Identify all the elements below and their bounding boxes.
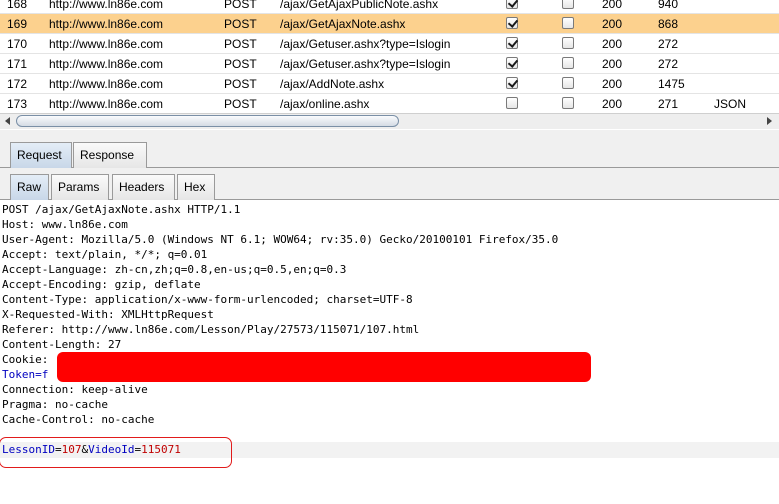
proxy-history-table: 168 http://www.ln86e.com POST /ajax/GetA… — [0, 0, 779, 113]
table-row[interactable]: 168 http://www.ln86e.com POST /ajax/GetA… — [0, 0, 779, 14]
row-mime: JSON — [714, 97, 747, 111]
horizontal-scrollbar[interactable] — [0, 113, 779, 129]
row-url: /ajax/online.ashx — [280, 97, 370, 111]
table-row[interactable]: 170 http://www.ln86e.com POST /ajax/Getu… — [0, 34, 779, 54]
redaction-block — [57, 352, 591, 382]
table-row-selected[interactable]: 169 http://www.ln86e.com POST /ajax/GetA… — [0, 14, 779, 34]
tab-params[interactable]: Params — [51, 174, 109, 200]
comment-checkbox[interactable] — [562, 97, 574, 109]
row-url: /ajax/GetAjaxNote.ashx — [280, 17, 406, 31]
row-host: http://www.ln86e.com — [49, 97, 164, 111]
row-status: 200 — [602, 37, 623, 51]
row-length: 868 — [658, 17, 679, 31]
body-highlight-annotation — [0, 437, 232, 468]
header-x-requested-with: X-Requested-With: XMLHttpRequest — [2, 308, 214, 321]
header-cache-control: Cache-Control: no-cache — [2, 413, 155, 426]
comment-checkbox[interactable] — [562, 0, 574, 9]
row-number: 168 — [7, 0, 28, 11]
tab-headers[interactable]: Headers — [112, 174, 175, 200]
scroll-left-arrow-icon[interactable] — [5, 117, 10, 125]
edited-checkbox[interactable] — [506, 77, 518, 89]
header-content-type: Content-Type: application/x-www-form-url… — [2, 293, 413, 306]
row-method: POST — [224, 97, 257, 111]
row-host: http://www.ln86e.com — [49, 0, 164, 11]
tab-raw[interactable]: Raw — [10, 174, 49, 200]
row-host: http://www.ln86e.com — [49, 77, 164, 91]
row-url: /ajax/GetAjaxPublicNote.ashx — [280, 0, 439, 11]
row-status: 200 — [602, 0, 623, 11]
table-row[interactable]: 171 http://www.ln86e.com POST /ajax/Getu… — [0, 54, 779, 74]
row-host: http://www.ln86e.com — [49, 57, 164, 71]
comment-checkbox[interactable] — [562, 17, 574, 29]
row-url: /ajax/Getuser.ashx?type=Islogin — [280, 57, 451, 71]
cookie-token: Token=f — [2, 368, 49, 381]
comment-checkbox[interactable] — [562, 57, 574, 69]
comment-checkbox[interactable] — [562, 77, 574, 89]
tab-hex[interactable]: Hex — [177, 174, 215, 200]
header-referer: Referer: http://www.ln86e.com/Lesson/Pla… — [2, 323, 420, 336]
edited-checkbox[interactable] — [506, 17, 518, 29]
table-row[interactable]: 172 http://www.ln86e.com POST /ajax/AddN… — [0, 74, 779, 94]
row-status: 200 — [602, 77, 623, 91]
row-method: POST — [224, 17, 257, 31]
row-host: http://www.ln86e.com — [49, 37, 164, 51]
row-status: 200 — [602, 57, 623, 71]
row-method: POST — [224, 57, 257, 71]
row-url: /ajax/Getuser.ashx?type=Islogin — [280, 37, 451, 51]
row-number: 172 — [7, 77, 28, 91]
edited-checkbox[interactable] — [506, 97, 518, 109]
tab-response[interactable]: Response — [73, 142, 147, 168]
row-method: POST — [224, 77, 257, 91]
header-accept-encoding: Accept-Encoding: gzip, deflate — [2, 278, 201, 291]
header-content-length: Content-Length: 27 — [2, 338, 122, 351]
message-tab-bar: Request Response — [0, 130, 779, 168]
table-row[interactable]: 173 http://www.ln86e.com POST /ajax/onli… — [0, 94, 779, 113]
header-user-agent: User-Agent: Mozilla/5.0 (Windows NT 6.1;… — [2, 233, 559, 246]
row-number: 171 — [7, 57, 28, 71]
header-cookie: Cookie: — [2, 353, 55, 366]
header-host: Host: www.ln86e.com — [2, 218, 128, 231]
row-length: 272 — [658, 57, 679, 71]
tab-request[interactable]: Request — [10, 142, 72, 168]
row-url: /ajax/AddNote.ashx — [280, 77, 385, 91]
row-status: 200 — [602, 17, 623, 31]
raw-request-editor[interactable]: POST /ajax/GetAjaxNote.ashx HTTP/1.1 Hos… — [0, 201, 779, 504]
row-status: 200 — [602, 97, 623, 111]
row-host: http://www.ln86e.com — [49, 17, 164, 31]
row-length: 272 — [658, 37, 679, 51]
scroll-right-arrow-icon[interactable] — [767, 117, 772, 125]
row-number: 169 — [7, 17, 28, 31]
row-number: 173 — [7, 97, 28, 111]
edited-checkbox[interactable] — [506, 0, 518, 9]
row-length: 940 — [658, 0, 679, 11]
row-length: 1475 — [658, 77, 685, 91]
edited-checkbox[interactable] — [506, 57, 518, 69]
row-method: POST — [224, 0, 257, 11]
header-connection: Connection: keep-alive — [2, 383, 148, 396]
request-line: POST /ajax/GetAjaxNote.ashx HTTP/1.1 — [2, 203, 241, 216]
header-pragma: Pragma: no-cache — [2, 398, 108, 411]
row-number: 170 — [7, 37, 28, 51]
scrollbar-thumb[interactable] — [16, 115, 399, 127]
view-tab-bar: Raw Params Headers Hex — [0, 168, 779, 200]
header-accept-language: Accept-Language: zh-cn,zh;q=0.8,en-us;q=… — [2, 263, 347, 276]
comment-checkbox[interactable] — [562, 37, 574, 49]
row-method: POST — [224, 37, 257, 51]
row-length: 271 — [658, 97, 679, 111]
edited-checkbox[interactable] — [506, 37, 518, 49]
header-accept: Accept: text/plain, */*; q=0.01 — [2, 248, 208, 261]
